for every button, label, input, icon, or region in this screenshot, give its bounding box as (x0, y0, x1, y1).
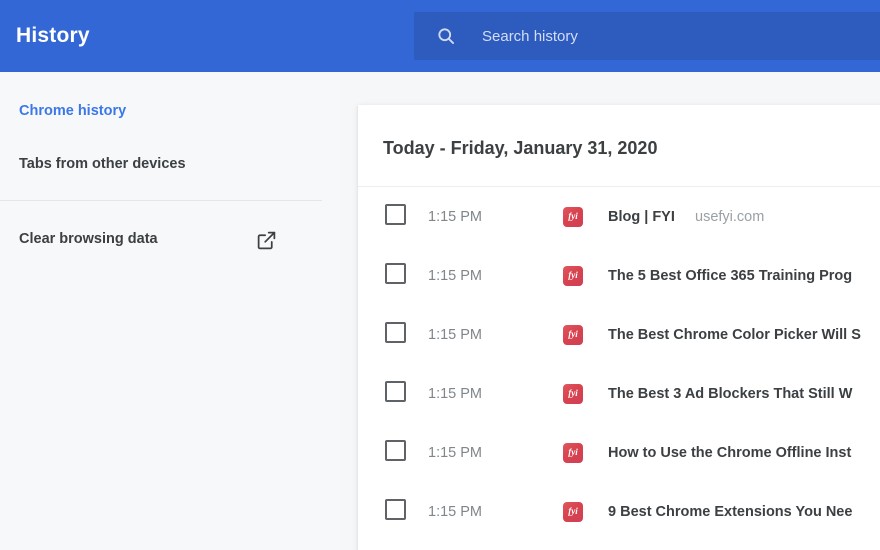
favicon-label: fyi (568, 389, 578, 398)
app-header: History (0, 0, 880, 72)
page-title: History (16, 24, 90, 48)
favicon-label: fyi (568, 448, 578, 457)
favicon-label: fyi (568, 507, 578, 516)
row-checkbox[interactable] (385, 263, 406, 284)
favicon-icon: fyi (563, 502, 583, 522)
row-domain: usefyi.com (695, 209, 764, 225)
history-row[interactable]: 1:15 PM fyi The 5 Best Office 365 Training… (358, 246, 880, 305)
search-icon (436, 26, 456, 46)
favicon-label: fyi (568, 271, 578, 280)
sidebar-divider (0, 200, 322, 201)
favicon-label: fyi (568, 330, 578, 339)
history-page: History Chrome history Tabs from other d… (0, 0, 880, 550)
favicon-icon: fyi (563, 266, 583, 286)
sidebar-item-tabs-from-other-devices[interactable]: Tabs from other devices (19, 156, 186, 172)
row-title-link[interactable]: 9 Best Chrome Extensions You Nee (608, 504, 852, 520)
favicon-icon: fyi (563, 443, 583, 463)
row-checkbox[interactable] (385, 381, 406, 402)
search-input[interactable] (482, 28, 862, 45)
page-body: Chrome history Tabs from other devices C… (0, 72, 880, 550)
row-title-link[interactable]: How to Use the Chrome Offline Inst (608, 445, 851, 461)
row-time: 1:15 PM (428, 386, 482, 402)
history-card: Today - Friday, January 31, 2020 1:15 PM… (358, 105, 880, 550)
sidebar: Chrome history Tabs from other devices C… (0, 72, 340, 550)
row-time: 1:15 PM (428, 445, 482, 461)
date-heading: Today - Friday, January 31, 2020 (383, 138, 657, 159)
row-title-link[interactable]: The Best Chrome Color Picker Will S (608, 327, 861, 343)
history-row[interactable]: 1:15 PM fyi How to Use the Chrome Offline … (358, 423, 880, 482)
row-time: 1:15 PM (428, 327, 482, 343)
favicon-icon: fyi (563, 207, 583, 227)
history-row[interactable]: 1:15 PM fyi The Best 3 Ad Blockers That St… (358, 364, 880, 423)
sidebar-item-clear-browsing-data[interactable]: Clear browsing data (19, 230, 281, 252)
row-checkbox[interactable] (385, 322, 406, 343)
row-title-link[interactable]: The 5 Best Office 365 Training Prog (608, 268, 852, 284)
clear-browsing-data-label: Clear browsing data (19, 231, 158, 247)
history-row[interactable]: 1:15 PM fyi Blog | FYI usefyi.com (358, 187, 880, 246)
row-time: 1:15 PM (428, 504, 482, 520)
row-checkbox[interactable] (385, 499, 406, 520)
history-row[interactable]: 1:15 PM fyi 9 Best Chrome Extensions You N… (358, 482, 880, 541)
favicon-icon: fyi (563, 384, 583, 404)
history-card-header: Today - Friday, January 31, 2020 (358, 105, 880, 186)
sidebar-item-chrome-history[interactable]: Chrome history (19, 103, 126, 119)
search-bar[interactable] (414, 12, 880, 60)
row-time: 1:15 PM (428, 209, 482, 225)
row-checkbox[interactable] (385, 440, 406, 461)
row-title-link[interactable]: Blog | FYI (608, 209, 675, 225)
row-checkbox[interactable] (385, 204, 406, 225)
external-link-icon (256, 230, 277, 251)
history-row[interactable]: 1:15 PM fyi The Best Chrome Color Picker W… (358, 305, 880, 364)
history-list: 1:15 PM fyi Blog | FYI usefyi.com 1:15 PM fyi… (358, 187, 880, 541)
favicon-icon: fyi (563, 325, 583, 345)
favicon-label: fyi (568, 212, 578, 221)
row-title-link[interactable]: The Best 3 Ad Blockers That Still W (608, 386, 852, 402)
row-time: 1:15 PM (428, 268, 482, 284)
